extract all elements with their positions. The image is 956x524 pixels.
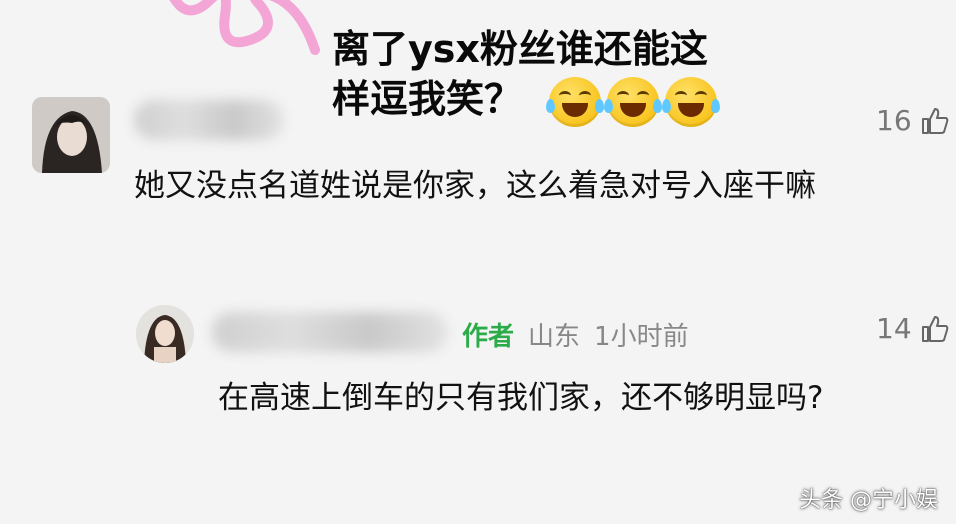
like-group[interactable]: 14 bbox=[876, 312, 950, 345]
thumbs-up-icon[interactable] bbox=[920, 106, 950, 136]
author-name-blurred[interactable] bbox=[212, 312, 448, 352]
comment-text: 她又没点名道姓说是你家，这么着急对号入座干嘛 bbox=[134, 168, 816, 204]
like-count: 14 bbox=[876, 312, 912, 345]
username-blurred[interactable] bbox=[134, 100, 284, 140]
watermark-label: 头条 @宁小娱 bbox=[799, 488, 938, 513]
joy-emoji-icon bbox=[662, 76, 721, 127]
like-group[interactable]: 16 bbox=[876, 104, 950, 137]
joy-emoji-icon bbox=[604, 76, 663, 127]
joy-emoji-icon bbox=[546, 76, 605, 127]
user-avatar[interactable] bbox=[32, 97, 110, 173]
reply-text: 在高速上倒车的只有我们家，还不够明显吗? bbox=[218, 380, 824, 416]
author-avatar[interactable] bbox=[136, 305, 194, 363]
author-badge: 作者 bbox=[462, 322, 515, 352]
location-label: 山东 bbox=[528, 322, 581, 352]
pink-doodle bbox=[169, 0, 320, 55]
caption-overlay: 离了ysx粉丝谁还能这 样逗我笑？ bbox=[332, 24, 721, 127]
emoji-row bbox=[546, 76, 721, 127]
like-count: 16 bbox=[876, 104, 912, 137]
caption-line-2: 样逗我笑？ bbox=[332, 77, 523, 121]
reply-meta: 作者 山东 1小时前 bbox=[462, 316, 689, 353]
thumbs-up-icon[interactable] bbox=[920, 314, 950, 344]
timestamp-label: 1小时前 bbox=[594, 322, 689, 352]
caption-line-1: 离了ysx粉丝谁还能这 bbox=[332, 27, 708, 71]
